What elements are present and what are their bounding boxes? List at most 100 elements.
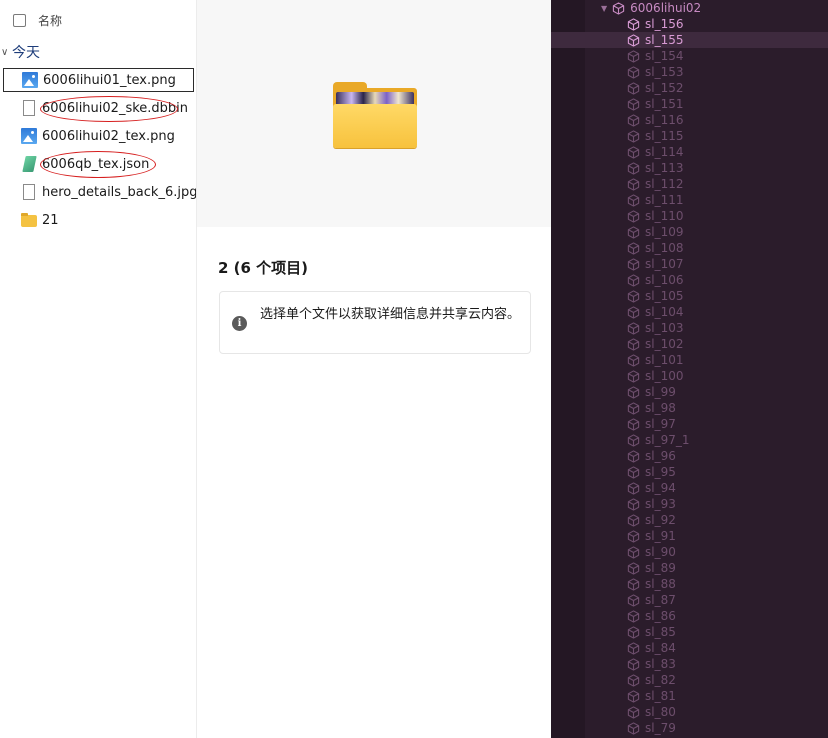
- tree-node-label: sl_83: [645, 657, 676, 671]
- tree-node[interactable]: sl_113: [551, 160, 828, 176]
- tree-node[interactable]: sl_110: [551, 208, 828, 224]
- tree-node[interactable]: sl_90: [551, 544, 828, 560]
- name-column-header[interactable]: 名称: [38, 12, 62, 29]
- cube-icon: [627, 417, 640, 431]
- cube-icon: [627, 353, 640, 367]
- tree-node[interactable]: sl_156: [551, 16, 828, 32]
- file-row[interactable]: 6006lihui01_tex.png: [3, 68, 194, 92]
- tree-node[interactable]: sl_94: [551, 480, 828, 496]
- tree-node-label: sl_84: [645, 641, 676, 655]
- cube-icon: [627, 513, 640, 527]
- cube-icon: [627, 561, 640, 575]
- tree-node-label: sl_89: [645, 561, 676, 575]
- tree-node[interactable]: sl_84: [551, 640, 828, 656]
- tree-node[interactable]: sl_154: [551, 48, 828, 64]
- tree-node-label: sl_114: [645, 145, 684, 159]
- cube-icon: [627, 305, 640, 319]
- tree-node[interactable]: sl_105: [551, 288, 828, 304]
- tree-node[interactable]: sl_86: [551, 608, 828, 624]
- info-box: i 选择单个文件以获取详细信息并共享云内容。: [219, 291, 531, 354]
- cube-icon: [627, 545, 640, 559]
- image-file-icon: [22, 72, 38, 88]
- info-message: 选择单个文件以获取详细信息并共享云内容。: [260, 307, 521, 322]
- tree-node[interactable]: sl_97_1: [551, 432, 828, 448]
- cube-icon: [627, 129, 640, 143]
- cube-icon: [627, 337, 640, 351]
- tree-node[interactable]: sl_151: [551, 96, 828, 112]
- tree-node[interactable]: sl_81: [551, 688, 828, 704]
- tree-node[interactable]: sl_102: [551, 336, 828, 352]
- tree-node[interactable]: sl_116: [551, 112, 828, 128]
- details-pane: 2 (6 个项目) i 选择单个文件以获取详细信息并共享云内容。: [196, 0, 552, 738]
- tree-node[interactable]: sl_88: [551, 576, 828, 592]
- file-row[interactable]: 6006qb_tex.json: [3, 152, 194, 176]
- file-name: 6006lihui02_ske.dbbin: [42, 100, 189, 116]
- cube-icon: [627, 593, 640, 607]
- tree-node-label: sl_105: [645, 289, 684, 303]
- file-row[interactable]: 6006lihui02_tex.png: [3, 124, 194, 148]
- tree-node[interactable]: sl_104: [551, 304, 828, 320]
- tree-node[interactable]: sl_114: [551, 144, 828, 160]
- cube-icon: [612, 1, 625, 15]
- tree-node[interactable]: sl_101: [551, 352, 828, 368]
- tree-node[interactable]: sl_82: [551, 672, 828, 688]
- tree-node-label: sl_94: [645, 481, 676, 495]
- tree-node-label: sl_102: [645, 337, 684, 351]
- tree-node[interactable]: sl_152: [551, 80, 828, 96]
- cube-icon: [627, 577, 640, 591]
- tree-node[interactable]: sl_106: [551, 272, 828, 288]
- cube-icon: [627, 689, 640, 703]
- chevron-down-icon[interactable]: ∨: [1, 47, 12, 58]
- tree-node[interactable]: sl_108: [551, 240, 828, 256]
- tree-node[interactable]: sl_93: [551, 496, 828, 512]
- cube-icon: [627, 401, 640, 415]
- tree-node[interactable]: sl_79: [551, 720, 828, 736]
- tree-node-parent[interactable]: ▼ 6006lihui02: [551, 0, 828, 16]
- file-row[interactable]: 6006lihui02_ske.dbbin: [3, 96, 194, 120]
- file-row[interactable]: 21: [3, 208, 194, 232]
- cube-icon: [627, 721, 640, 735]
- tree-node[interactable]: sl_109: [551, 224, 828, 240]
- tree-node[interactable]: sl_97: [551, 416, 828, 432]
- tree-node-label: sl_92: [645, 513, 676, 527]
- tree-node[interactable]: sl_155: [551, 32, 828, 48]
- folder-icon: [21, 213, 37, 227]
- cube-icon: [627, 81, 640, 95]
- tree-node[interactable]: sl_92: [551, 512, 828, 528]
- tree-node[interactable]: sl_80: [551, 704, 828, 720]
- triangle-down-icon[interactable]: ▼: [601, 4, 607, 13]
- tree-node-label: sl_97_1: [645, 433, 690, 447]
- cube-icon: [627, 481, 640, 495]
- tree-node-label: sl_110: [645, 209, 684, 223]
- tree-node-label: sl_108: [645, 241, 684, 255]
- tree-node[interactable]: sl_99: [551, 384, 828, 400]
- tree-node-label: sl_96: [645, 449, 676, 463]
- tree-node[interactable]: sl_91: [551, 528, 828, 544]
- tree-node[interactable]: sl_100: [551, 368, 828, 384]
- file-name: hero_details_back_6.jpg: [42, 184, 198, 200]
- tree-node[interactable]: sl_103: [551, 320, 828, 336]
- tree-node[interactable]: sl_96: [551, 448, 828, 464]
- tree-node[interactable]: sl_115: [551, 128, 828, 144]
- tree-node[interactable]: sl_112: [551, 176, 828, 192]
- cube-icon: [627, 497, 640, 511]
- tree-node-label: sl_107: [645, 257, 684, 271]
- tree-node[interactable]: sl_153: [551, 64, 828, 80]
- group-label: 今天: [12, 45, 40, 61]
- tree-node[interactable]: sl_111: [551, 192, 828, 208]
- group-header-today[interactable]: ∨ 今天: [0, 41, 40, 63]
- tree-node-label: sl_81: [645, 689, 676, 703]
- tree-node[interactable]: sl_87: [551, 592, 828, 608]
- tree-node[interactable]: sl_107: [551, 256, 828, 272]
- cube-icon: [627, 17, 640, 31]
- tree-node-label: sl_112: [645, 177, 684, 191]
- tree-node[interactable]: sl_85: [551, 624, 828, 640]
- tree-node[interactable]: sl_95: [551, 464, 828, 480]
- tree-node[interactable]: sl_83: [551, 656, 828, 672]
- file-list-pane: 名称 ∨ 今天 6006lihui01_tex.png 6006lihui02_…: [0, 0, 198, 738]
- file-row[interactable]: hero_details_back_6.jpg: [3, 180, 198, 204]
- tree-node[interactable]: sl_98: [551, 400, 828, 416]
- select-all-checkbox[interactable]: [13, 13, 26, 27]
- tree-node-label: sl_97: [645, 417, 676, 431]
- tree-node[interactable]: sl_89: [551, 560, 828, 576]
